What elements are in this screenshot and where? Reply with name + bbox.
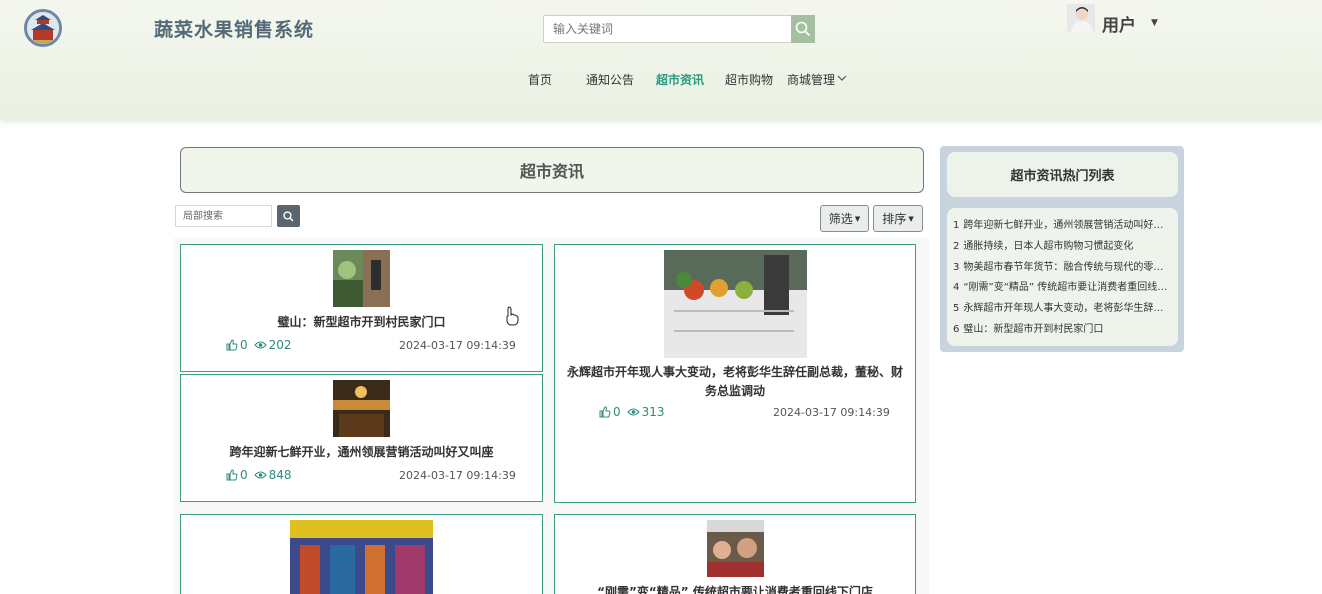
hot-list-text[interactable]: 物美超市春节年货节：融合传统与现代的零售新体验	[963, 262, 1168, 273]
article-thumbnail[interactable]	[707, 520, 764, 577]
hot-list-rank: 3	[953, 262, 960, 273]
view-count: 848	[268, 468, 292, 482]
article-title[interactable]: 跨年迎新七鲜开业，通州领展营销活动叫好又叫座	[181, 443, 542, 462]
search-icon	[283, 210, 294, 222]
like-count: 0	[240, 338, 248, 352]
hot-list-item[interactable]: 2 通胀持续，日本人超市购物习惯起变化	[953, 237, 1168, 253]
page-title-text: 超市资讯	[519, 162, 584, 181]
hot-list-text[interactable]: 永辉超市开年现人事大变动，老将彭华生辞任副总裁	[963, 303, 1168, 314]
user-menu-label[interactable]: 用户	[1102, 11, 1136, 36]
hot-list-title: 超市资讯热门列表	[947, 152, 1178, 197]
search-input[interactable]	[543, 15, 792, 43]
page-title: 超市资讯	[180, 147, 924, 193]
nav-supermarket-shopping[interactable]: 超市购物	[725, 71, 773, 89]
hot-list-rank: 4	[953, 282, 960, 293]
nav-notices[interactable]: 通知公告	[586, 71, 634, 89]
hot-list-text[interactable]: “刚需”变“精品” 传统超市要让消费者重回线下门店	[963, 282, 1168, 293]
hot-list-rank: 5	[953, 303, 960, 314]
article-date: 2024-03-17 09:14:39	[399, 339, 516, 352]
article-title[interactable]: “刚需”变“精品” 传统超市要让消费者重回线下门店	[555, 583, 915, 594]
hot-list-text[interactable]: 璧山：新型超市开到村民家门口	[963, 324, 1103, 335]
hot-list-item[interactable]: 6 璧山：新型超市开到村民家门口	[953, 320, 1168, 336]
filter-button-label: 筛选	[828, 212, 853, 226]
hot-list-title-text: 超市资讯热门列表	[1010, 169, 1115, 184]
site-logo[interactable]	[24, 9, 62, 47]
sort-button-label: 排序	[882, 212, 907, 226]
article-card[interactable]: 跨年迎新七鲜开业，通州领展营销活动叫好又叫座 0 848 2024-03-17 …	[180, 374, 543, 502]
hot-list-rank: 1	[953, 220, 960, 231]
search-button[interactable]	[791, 15, 815, 43]
thumbs-up-icon[interactable]	[599, 406, 611, 418]
caret-down-icon[interactable]: ▼	[1151, 18, 1158, 28]
eye-icon	[626, 408, 640, 416]
nav-home[interactable]: 首页	[528, 71, 552, 89]
article-card[interactable]: 永辉超市开年现人事大变动，老将彭华生辞任副总裁，董秘、财务总监调动 0 313 …	[554, 244, 916, 503]
article-card[interactable]	[180, 514, 543, 594]
article-title[interactable]: 永辉超市开年现人事大变动，老将彭华生辞任副总裁，董秘、财务总监调动	[555, 363, 915, 401]
article-thumbnail[interactable]	[333, 250, 390, 307]
eye-icon	[253, 341, 267, 349]
thumbs-up-icon[interactable]	[226, 469, 238, 481]
article-date: 2024-03-17 09:14:39	[773, 406, 890, 419]
view-count: 313	[641, 405, 665, 419]
site-title: 蔬菜水果销售系统	[154, 19, 315, 41]
hot-list-item[interactable]: 4 “刚需”变“精品” 传统超市要让消费者重回线下门店	[953, 278, 1168, 294]
article-stats: 0 202	[226, 338, 292, 352]
eye-icon	[253, 471, 267, 479]
hot-list-rank: 2	[953, 241, 960, 252]
local-search-button[interactable]	[277, 205, 300, 227]
hot-list-item[interactable]: 5永辉超市开年现人事大变动，老将彭华生辞任副总裁	[953, 299, 1168, 315]
hot-list-rank: 6	[953, 324, 960, 335]
article-stats: 0 848	[226, 468, 292, 482]
article-stats: 0 313	[599, 405, 665, 419]
nav-mall-management[interactable]: 商城管理	[787, 71, 835, 89]
view-count: 202	[268, 338, 292, 352]
article-card[interactable]: 璧山：新型超市开到村民家门口 0 202 2024-03-17 09:14:39	[180, 244, 543, 372]
thumbs-up-icon[interactable]	[226, 339, 238, 351]
user-avatar[interactable]	[1067, 4, 1095, 32]
like-count: 0	[240, 468, 248, 482]
filter-button[interactable]: 筛选 ▼	[820, 205, 869, 232]
search-icon	[795, 21, 811, 37]
article-card[interactable]: “刚需”变“精品” 传统超市要让消费者重回线下门店	[554, 514, 916, 594]
article-date: 2024-03-17 09:14:39	[399, 469, 516, 482]
caret-down-icon: ▼	[908, 214, 914, 223]
hot-list-text[interactable]: 跨年迎新七鲜开业，通州领展营销活动叫好又叫座	[963, 220, 1168, 231]
chevron-down-icon[interactable]	[837, 73, 847, 83]
local-search-input[interactable]	[175, 205, 272, 227]
article-thumbnail[interactable]	[290, 520, 433, 594]
mouse-cursor-icon	[506, 306, 519, 326]
hot-list-item[interactable]: 1 跨年迎新七鲜开业，通州领展营销活动叫好又叫座	[953, 216, 1168, 232]
article-thumbnail[interactable]	[664, 250, 807, 358]
caret-down-icon: ▼	[854, 214, 861, 223]
article-thumbnail[interactable]	[333, 380, 390, 437]
hot-list-text[interactable]: 通胀持续，日本人超市购物习惯起变化	[963, 241, 1133, 252]
article-title[interactable]: 璧山：新型超市开到村民家门口	[181, 313, 542, 332]
hot-list-item[interactable]: 3物美超市春节年货节：融合传统与现代的零售新体验	[953, 258, 1168, 274]
sort-button[interactable]: 排序 ▼	[873, 205, 923, 232]
nav-supermarket-news[interactable]: 超市资讯	[656, 71, 704, 89]
like-count: 0	[613, 405, 621, 419]
